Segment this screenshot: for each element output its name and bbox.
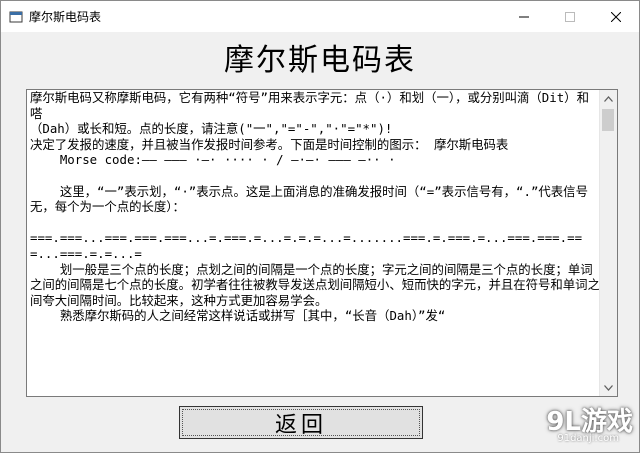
app-window: 摩尔斯电码表 摩尔斯电码表 摩尔斯电码又称摩斯电码，它有两种“符号”用来表示字元… bbox=[0, 0, 640, 453]
chevron-up-icon bbox=[604, 95, 613, 102]
close-icon bbox=[611, 11, 621, 22]
site-watermark: 9L游戏 91danji.com bbox=[503, 401, 633, 449]
back-button[interactable]: 返回 bbox=[179, 406, 423, 439]
page-title: 摩尔斯电码表 bbox=[224, 43, 416, 78]
app-icon bbox=[9, 10, 23, 24]
scroll-up-arrow[interactable] bbox=[600, 90, 617, 107]
watermark-url: 91danji.com bbox=[557, 433, 619, 444]
close-button[interactable] bbox=[593, 1, 639, 32]
window-title: 摩尔斯电码表 bbox=[29, 10, 102, 24]
title-bar[interactable]: 摩尔斯电码表 bbox=[1, 1, 639, 32]
minimize-icon bbox=[519, 16, 529, 17]
scroll-thumb[interactable] bbox=[602, 109, 614, 131]
window-controls bbox=[501, 1, 639, 32]
morse-description-textarea[interactable]: 摩尔斯电码又称摩斯电码，它有两种“符号”用来表示字元：点（·）和划（一），或分别… bbox=[26, 89, 618, 397]
minimize-button[interactable] bbox=[501, 1, 547, 32]
maximize-button[interactable] bbox=[547, 1, 593, 32]
maximize-icon bbox=[565, 11, 575, 22]
description-text: 摩尔斯电码又称摩斯电码，它有两种“符号”用来表示字元：点（·）和划（一），或分别… bbox=[30, 90, 600, 324]
chevron-down-icon bbox=[604, 384, 613, 391]
scroll-down-arrow[interactable] bbox=[600, 379, 617, 396]
vertical-scrollbar[interactable] bbox=[599, 90, 617, 396]
